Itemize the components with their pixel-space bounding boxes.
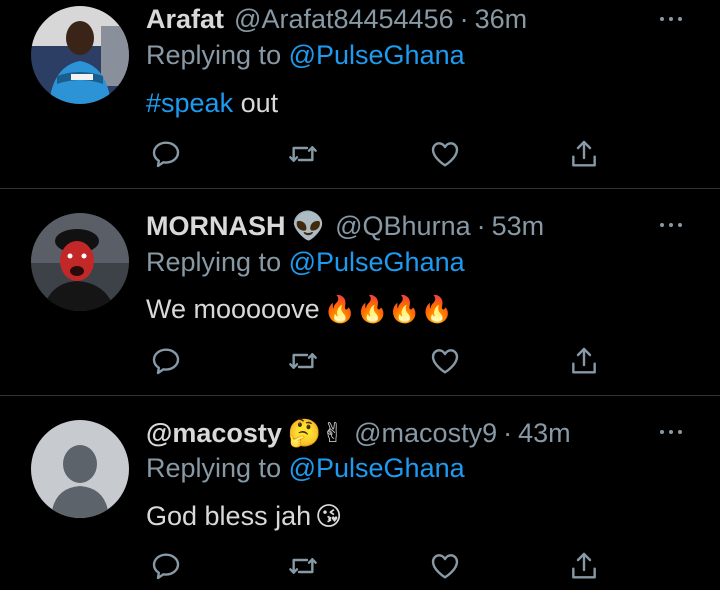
- separator-dot: ·: [459, 3, 469, 34]
- more-options-icon[interactable]: [655, 9, 687, 29]
- more-options-icon[interactable]: [655, 215, 687, 235]
- display-name[interactable]: Arafat: [146, 4, 224, 35]
- timestamp[interactable]: 43m: [518, 418, 571, 449]
- share-icon[interactable]: [568, 345, 600, 377]
- share-icon[interactable]: [568, 550, 600, 582]
- body-emoji: 🔥🔥🔥🔥: [323, 295, 454, 325]
- retweet-icon[interactable]: [287, 345, 319, 377]
- user-handle[interactable]: @Arafat84454456: [234, 4, 454, 35]
- tweet[interactable]: @macosty 🤔✌ @macosty9 · 43m Replying to …: [0, 396, 720, 590]
- reply-icon[interactable]: [150, 345, 182, 377]
- user-handle[interactable]: @QBhurna: [335, 211, 470, 242]
- name-emoji: 🤔✌: [287, 418, 345, 449]
- retweet-icon[interactable]: [287, 138, 319, 170]
- tweet[interactable]: Arafat @Arafat84454456 · 36m Replying to…: [0, 0, 720, 188]
- tweet-actions: [146, 138, 616, 170]
- separator-dot: ·: [503, 417, 513, 448]
- timestamp[interactable]: 53m: [492, 211, 545, 242]
- avatar[interactable]: [31, 6, 129, 104]
- replying-to-label: Replying to: [146, 40, 282, 70]
- tweet-actions: [146, 550, 616, 582]
- mention-link[interactable]: @PulseGhana: [289, 40, 465, 70]
- reply-icon[interactable]: [150, 138, 182, 170]
- separator-dot: ·: [476, 210, 486, 241]
- reply-icon[interactable]: [150, 550, 182, 582]
- avatar[interactable]: [31, 213, 129, 311]
- hashtag-link[interactable]: #speak: [146, 88, 233, 118]
- body-emoji: 😘: [315, 502, 343, 532]
- more-options-icon[interactable]: [655, 422, 687, 442]
- replying-to: Replying to @PulseGhana: [146, 453, 465, 484]
- tweet-body-text: We mooooove: [146, 294, 320, 324]
- tweet-actions: [146, 345, 616, 377]
- tweet-body-text: out: [233, 88, 279, 118]
- replying-to-label: Replying to: [146, 453, 282, 483]
- name-emoji: 👽: [291, 211, 326, 242]
- avatar[interactable]: [31, 420, 129, 518]
- tweet-text: We mooooove 🔥🔥🔥🔥: [146, 294, 453, 325]
- replying-to-label: Replying to: [146, 247, 282, 277]
- like-icon[interactable]: [429, 345, 461, 377]
- tweet[interactable]: MORNASH 👽 @QBhurna · 53m Replying to @Pu…: [0, 189, 720, 395]
- tweet-text: #speak out: [146, 88, 278, 119]
- replying-to: Replying to @PulseGhana: [146, 40, 465, 71]
- share-icon[interactable]: [568, 138, 600, 170]
- user-handle[interactable]: @macosty9: [354, 418, 497, 449]
- tweet-text: God bless jah 😘: [146, 501, 342, 532]
- replying-to: Replying to @PulseGhana: [146, 247, 465, 278]
- mention-link[interactable]: @PulseGhana: [289, 247, 465, 277]
- mention-link[interactable]: @PulseGhana: [289, 453, 465, 483]
- retweet-icon[interactable]: [287, 550, 319, 582]
- display-name[interactable]: MORNASH: [146, 211, 286, 242]
- tweet-body-text: God bless jah: [146, 501, 312, 531]
- display-name[interactable]: @macosty: [146, 418, 282, 449]
- timestamp[interactable]: 36m: [475, 4, 528, 35]
- like-icon[interactable]: [429, 550, 461, 582]
- like-icon[interactable]: [429, 138, 461, 170]
